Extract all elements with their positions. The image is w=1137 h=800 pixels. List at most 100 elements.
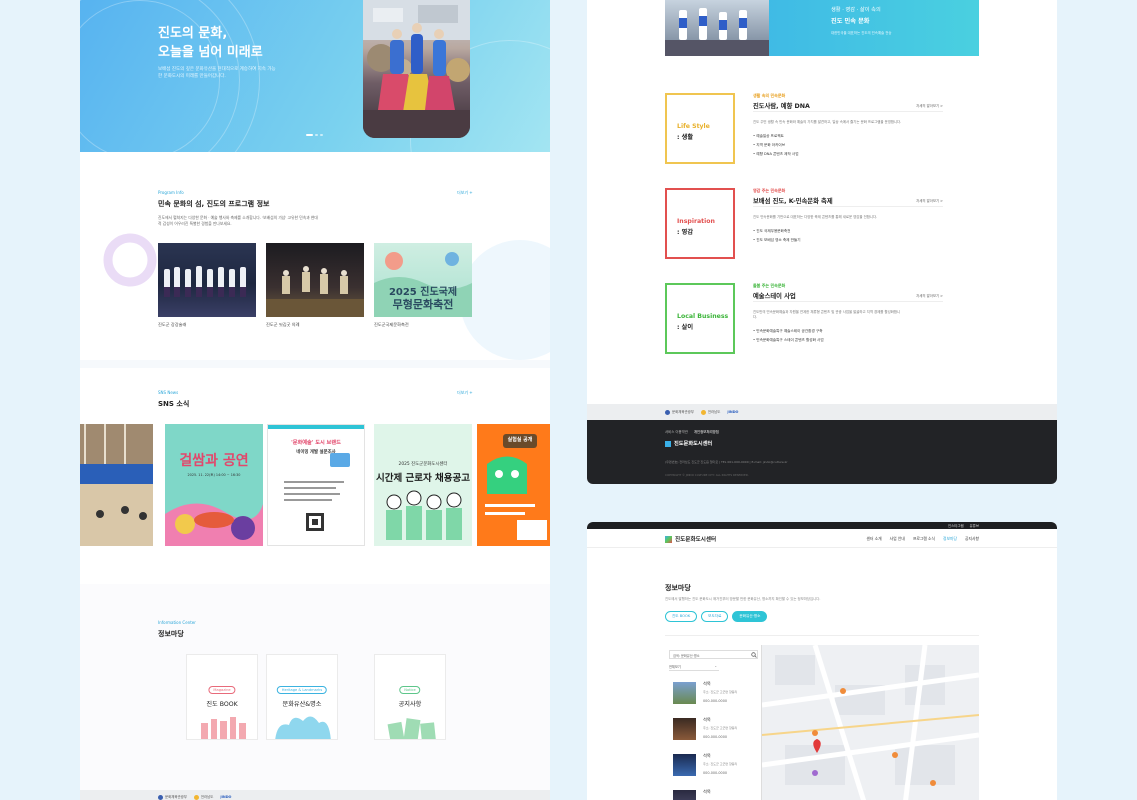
program-card[interactable]: 진도군 씻김굿 의례	[266, 243, 364, 328]
place-phone: 000-000-0000	[703, 735, 728, 739]
info-board-panel: 인스타그램 유튜브 진도문화도시센터 센터 소개 사업 안내 프로그램 소식 정…	[587, 522, 1057, 800]
category-more-link[interactable]: 자세히 알아보기 >	[916, 103, 943, 108]
instagram-link[interactable]: 인스타그램	[948, 523, 964, 528]
culture-banner-title: 진도 민속 문화	[831, 18, 870, 25]
youtube-link[interactable]: 유튜브	[970, 523, 979, 528]
footer-copyright: COPYRIGHT © JINDO CULTURE CITY. ALL RIGH…	[665, 473, 749, 477]
program-card-caption: 진도군국제문화축전	[374, 322, 409, 327]
category-item: 예향 DNA 콘텐츠 제작 사업	[753, 150, 943, 159]
nav-item-programs[interactable]: 프로그램 소식	[913, 536, 935, 542]
category-info-local-business: 돌봄 주는 민속문화 예술스테이 사업 자세히 알아보기 > 진도만의 민속문화…	[753, 283, 943, 345]
place-item[interactable]: 석목	[673, 787, 759, 800]
category-more-link[interactable]: 자세히 알아보기 >	[916, 198, 943, 203]
top-utility-bar: 인스타그램 유튜브	[587, 522, 1057, 529]
hero-title: 진도의 문화, 오늘을 넘어 미래로	[158, 26, 263, 60]
search-icon[interactable]	[751, 652, 757, 658]
tab-press[interactable]: 보도자료	[701, 611, 729, 622]
sns-label: SNS News	[158, 390, 179, 395]
place-thumbnail	[673, 718, 696, 740]
category-more-link[interactable]: 자세히 알아보기 >	[916, 293, 943, 298]
category-title: 보배섬 진도, K-민속문화 축제	[753, 198, 833, 205]
category-sub: 영감 주는 민속문화	[753, 188, 786, 193]
sns-post[interactable]	[80, 424, 153, 546]
program-card-caption: 진도군 강강술래	[158, 322, 187, 327]
section-divider	[80, 360, 550, 368]
sns-post[interactable]: 2025 진도군문화도시센터 시간제 근로자 채용공고	[374, 424, 472, 546]
left-footer-logos: 문화체육관광부 전라남도 JINDO	[158, 794, 231, 800]
category-item: 지역 문화 아카이브	[753, 141, 943, 150]
nav-item-notice[interactable]: 공지사항	[965, 536, 979, 542]
hero-photo	[363, 0, 470, 138]
left-footer-bar	[80, 790, 550, 800]
place-search-input[interactable]: 검색: 문화유산·명소	[669, 650, 758, 659]
nav-item-about[interactable]: 센터 소개	[866, 536, 881, 542]
sns-title: SNS 소식	[158, 400, 190, 408]
info-tabs: 진도 BOOK 보도자료 문화유산·명소	[665, 611, 768, 622]
info-title: 정보마당	[158, 630, 184, 638]
main-page-panel: 진도의 문화, 오늘을 넘어 미래로 보배섬 진도의 깊은 문화유산을 현대적으…	[80, 0, 550, 800]
category-title: 진도사람, 예향 DNA	[753, 103, 810, 110]
main-nav: 센터 소개 사업 안내 프로그램 소식 정보마당 공지사항	[866, 536, 979, 542]
program-card[interactable]: 진도군 강강술래	[158, 243, 256, 328]
category-desc: 진도 민속문화를 기반으로 대표하는 다양한 축제 콘텐츠를 통해 새로운 영감…	[753, 215, 878, 219]
place-item[interactable]: 석목 주소: 진도군 고군면 향동리 000-000-0000	[673, 751, 759, 785]
category-ko: : 살이	[677, 324, 694, 331]
category-item: 진도 국제무용문화축전	[753, 227, 943, 236]
tab-jindo-book[interactable]: 진도 BOOK	[665, 611, 698, 622]
place-name: 석목	[703, 717, 711, 722]
place-item[interactable]: 석목 주소: 진도군 고군면 향동리 000-000-0000	[673, 715, 759, 749]
info-card-notice[interactable]: Notice 공지사항	[374, 654, 446, 740]
place-address: 주소: 진도군 고군면 향동리	[703, 762, 738, 766]
category-en: Local Business	[677, 313, 729, 320]
landmark-icon	[275, 716, 331, 739]
svg-text:2025 진도국제: 2025 진도국제	[389, 285, 457, 298]
place-filter-value: 전체보기	[669, 665, 681, 669]
sns-more-link[interactable]: 더보기 +	[457, 390, 473, 396]
category-title: 예술스테이 사업	[753, 293, 796, 300]
category-card-local-business[interactable]: Local Business : 살이	[665, 283, 735, 354]
decor-ring	[103, 233, 157, 287]
category-sub: 돌봄 주는 민속문화	[753, 283, 786, 288]
sns-post[interactable]: 실험실 공개	[477, 424, 550, 546]
category-item: 예술일상 프로젝트	[753, 132, 943, 141]
page-description: 진도에서 발행하는 진도 문화도시 매거진부터 방문할 만한 문화유산, 명소까…	[665, 597, 821, 601]
place-name: 석목	[703, 789, 711, 794]
place-filter-select[interactable]: 전체보기 ⌄	[669, 663, 719, 671]
program-more-link[interactable]: 더보기 +	[457, 190, 473, 196]
place-address: 주소: 진도군 고군면 향동리	[703, 690, 738, 694]
footer-logo-text: 진도문화도시센터	[674, 441, 713, 447]
decor-blob	[460, 240, 550, 360]
place-item[interactable]: 석목 주소: 진도군 고군면 향동리 000-000-0000	[673, 679, 759, 713]
nav-item-info[interactable]: 정보마당	[943, 536, 957, 542]
tab-heritage[interactable]: 문화유산·명소	[732, 611, 768, 622]
right-footer-bar	[587, 404, 1057, 420]
sns-post[interactable]: 걸쌈과 공연 2025. 11. 22(토) 14:00 ~ 16:30	[165, 424, 263, 546]
place-name: 석목	[703, 681, 711, 686]
category-item: 민속문화예술특구 예술스테이 공간환경 구축	[753, 327, 943, 336]
hero-description: 보배섬 진도의 깊은 문화유산을 현대적으로 계승하여 지속 가능한 문화도시의…	[158, 67, 276, 79]
sns-post[interactable]: '문화예술' 도시 브랜드 네이밍 개발 설문조사	[267, 424, 365, 546]
category-ko: : 생활	[677, 134, 694, 141]
info-label: Information Center	[158, 620, 196, 625]
site-logo[interactable]: 진도문화도시센터	[665, 535, 716, 543]
category-card-lifestyle[interactable]: Life Style : 생활	[665, 93, 735, 164]
carousel-indicator[interactable]	[306, 134, 323, 136]
place-thumbnail	[673, 754, 696, 776]
right-footer-logos: 문화체육관광부 전라남도 JINDO	[665, 409, 738, 415]
category-item: 민속문화예술특구 스테이 콘텐츠 활성화 사업	[753, 336, 943, 345]
culture-banner-sub: 생활 · 영감 · 삶이 속의	[831, 7, 881, 13]
category-en: Inspiration	[677, 218, 715, 225]
map-view[interactable]: 검색: 문화유산·명소 전체보기 ⌄ 석목 주소: 진도군 고군면 향동리 00…	[665, 645, 979, 800]
category-info-inspiration: 영감 주는 민속문화 보배섬 진도, K-민속문화 축제 자세히 알아보기 > …	[753, 188, 943, 245]
category-info-lifestyle: 생활 속의 민속문화 진도사람, 예향 DNA 자세히 알아보기 > 진도 주민…	[753, 93, 943, 159]
nav-item-business[interactable]: 사업 안내	[890, 536, 905, 542]
program-card[interactable]: 2025 진도국제 무형문화축전 진도군국제문화축전	[374, 243, 472, 328]
category-card-inspiration[interactable]: Inspiration : 영감	[665, 188, 735, 259]
info-card-heritage[interactable]: Heritage & Landmarks 문화유산&명소	[266, 654, 338, 740]
place-thumbnail	[673, 790, 696, 800]
place-phone: 000-000-0000	[703, 699, 728, 703]
info-card-magazine[interactable]: Magazine 진도 BOOK	[186, 654, 258, 740]
footer-terms-link[interactable]: 서비스 이용약관	[665, 429, 688, 434]
program-title: 민속 문화의 섬, 진도의 프로그램 정보	[158, 200, 270, 208]
footer-privacy-link[interactable]: 개인정보처리방침	[694, 429, 719, 434]
